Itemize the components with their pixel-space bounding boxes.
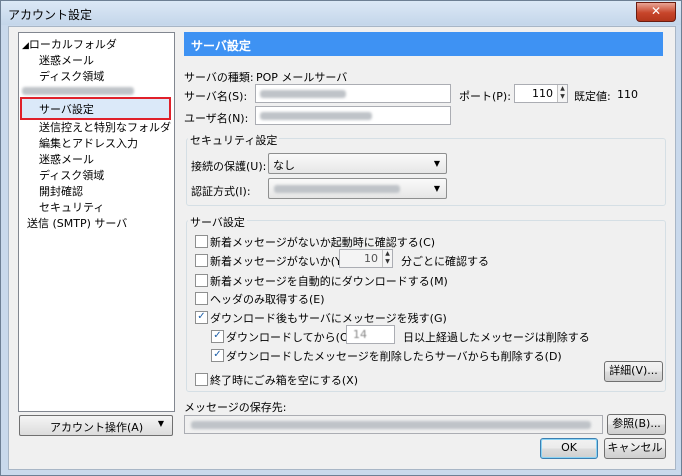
storage-path-field[interactable]: [184, 415, 603, 434]
port-spinner[interactable]: ▲ ▼: [557, 85, 567, 102]
redacted-account-name: [22, 87, 134, 95]
server-name-label: サーバ名(S):: [184, 90, 248, 103]
port-label: ポート(P):: [459, 90, 511, 103]
empty-trash-label[interactable]: 終了時にごみ箱を空にする(X): [210, 372, 358, 388]
minutes-suffix: 分ごとに確認する: [401, 255, 489, 268]
check-interval-label[interactable]: 新着メッセージがないか(Y): [210, 253, 346, 269]
check-startup-label[interactable]: 新着メッセージがないか起動時に確認する(C): [210, 234, 435, 250]
chevron-down-icon: ▼: [433, 159, 440, 168]
delete-from-server-checkbox[interactable]: ✓: [211, 349, 224, 362]
auto-download-checkbox[interactable]: [195, 274, 208, 287]
chevron-down-icon: ▼: [433, 184, 440, 193]
redacted-storage-path: [191, 421, 591, 429]
days-value: 14: [353, 328, 367, 341]
panel-header: サーバ設定: [184, 32, 663, 56]
tree-item-server-settings[interactable]: サーバ設定: [39, 101, 94, 117]
minutes-spinner[interactable]: ▲ ▼: [382, 250, 392, 267]
auth-method-select[interactable]: ▼: [268, 178, 447, 199]
account-tree[interactable]: ◢ローカルフォルダ 迷惑メール ディスク領域 サーバ設定 送信控えと特別なフォル…: [18, 32, 175, 412]
default-port-value: 110: [617, 88, 638, 101]
minutes-value: 10: [364, 252, 378, 265]
port-value: 110: [532, 87, 553, 100]
account-settings-window: アカウント設定 ✕ ◢ローカルフォルダ 迷惑メール ディスク領域 サーバ設定 送…: [0, 0, 682, 476]
delete-after-days-label[interactable]: ダウンロードしてから(O): [226, 329, 353, 345]
redacted-server-name: [260, 90, 346, 98]
tree-item-security[interactable]: セキュリティ: [39, 199, 104, 215]
redacted-auth-method: [274, 185, 400, 193]
delete-after-days-checkbox[interactable]: ✓: [211, 330, 224, 343]
auto-download-label[interactable]: 新着メッセージを自動的にダウンロードする(M): [210, 273, 448, 289]
cancel-button[interactable]: キャンセル: [604, 438, 666, 459]
account-actions-button[interactable]: アカウント操作(A) ▼: [19, 415, 173, 436]
window-title: アカウント設定: [8, 8, 93, 22]
days-input[interactable]: 14: [346, 325, 395, 344]
headers-only-label[interactable]: ヘッダのみ取得する(E): [210, 291, 325, 307]
advanced-button[interactable]: 詳細(V)...: [604, 361, 663, 382]
port-input[interactable]: 110 ▲ ▼: [514, 84, 568, 103]
delete-from-server-label[interactable]: ダウンロードしたメッセージを削除したらサーバからも削除する(D): [226, 348, 562, 364]
account-actions-label: アカウント操作(A): [50, 421, 144, 434]
tree-item-junk-local[interactable]: 迷惑メール: [39, 52, 94, 68]
server-name-input[interactable]: [255, 84, 451, 103]
close-button[interactable]: ✕: [636, 2, 676, 22]
expand-triangle-icon[interactable]: ◢: [22, 41, 29, 51]
minutes-input[interactable]: 10 ▲ ▼: [339, 249, 393, 268]
connection-security-label: 接続の保護(U):: [191, 160, 267, 173]
dropdown-arrow-icon: ▼: [157, 419, 164, 428]
ok-button[interactable]: OK: [540, 438, 598, 459]
tree-item-return-receipts[interactable]: 開封確認: [39, 183, 83, 199]
tree-item-disk-local[interactable]: ディスク領域: [39, 68, 104, 84]
server-type-label: サーバの種類:: [184, 71, 254, 84]
tree-item-junk[interactable]: 迷惑メール: [39, 151, 94, 167]
tree-item-composition[interactable]: 編集とアドレス入力: [39, 135, 138, 151]
username-input[interactable]: [255, 106, 451, 125]
redacted-username: [260, 112, 372, 120]
tree-item-local-folders[interactable]: ◢ローカルフォルダ: [22, 36, 117, 52]
leave-on-server-label[interactable]: ダウンロード後もサーバにメッセージを残す(G): [210, 310, 447, 326]
browse-button[interactable]: 参照(B)...: [607, 414, 666, 435]
security-settings-title: セキュリティ設定: [188, 132, 280, 148]
tree-item-disk-space[interactable]: ディスク領域: [39, 167, 104, 183]
days-suffix: 日以上経過したメッセージは削除する: [403, 331, 590, 344]
tree-item-copies-folders[interactable]: 送信控えと特別なフォルダ: [39, 119, 171, 135]
server-type-value: POP メールサーバ: [256, 71, 348, 84]
connection-security-value: なし: [273, 159, 295, 172]
auth-method-label: 認証方式(I):: [191, 185, 251, 198]
tree-item-smtp-server[interactable]: 送信 (SMTP) サーバ: [27, 215, 127, 231]
username-label: ユーザ名(N):: [184, 112, 249, 125]
server-settings-title: サーバ設定: [188, 214, 247, 230]
tree-item-mail-account[interactable]: [22, 84, 134, 97]
connection-security-select[interactable]: なし ▼: [268, 153, 447, 174]
check-startup-checkbox[interactable]: [195, 235, 208, 248]
empty-trash-checkbox[interactable]: [195, 373, 208, 386]
server-settings-panel: サーバ設定 サーバの種類: POP メールサーバ サーバ名(S): ポート(P)…: [184, 32, 666, 414]
default-port-label: 既定値:: [574, 90, 611, 103]
dialog-body: ◢ローカルフォルダ 迷惑メール ディスク領域 サーバ設定 送信控えと特別なフォル…: [8, 26, 676, 470]
leave-on-server-checkbox[interactable]: ✓: [195, 311, 208, 324]
check-interval-checkbox[interactable]: [195, 254, 208, 267]
title-bar: アカウント設定 ✕: [1, 1, 681, 25]
headers-only-checkbox[interactable]: [195, 292, 208, 305]
storage-location-label: メッセージの保存先:: [184, 401, 287, 414]
